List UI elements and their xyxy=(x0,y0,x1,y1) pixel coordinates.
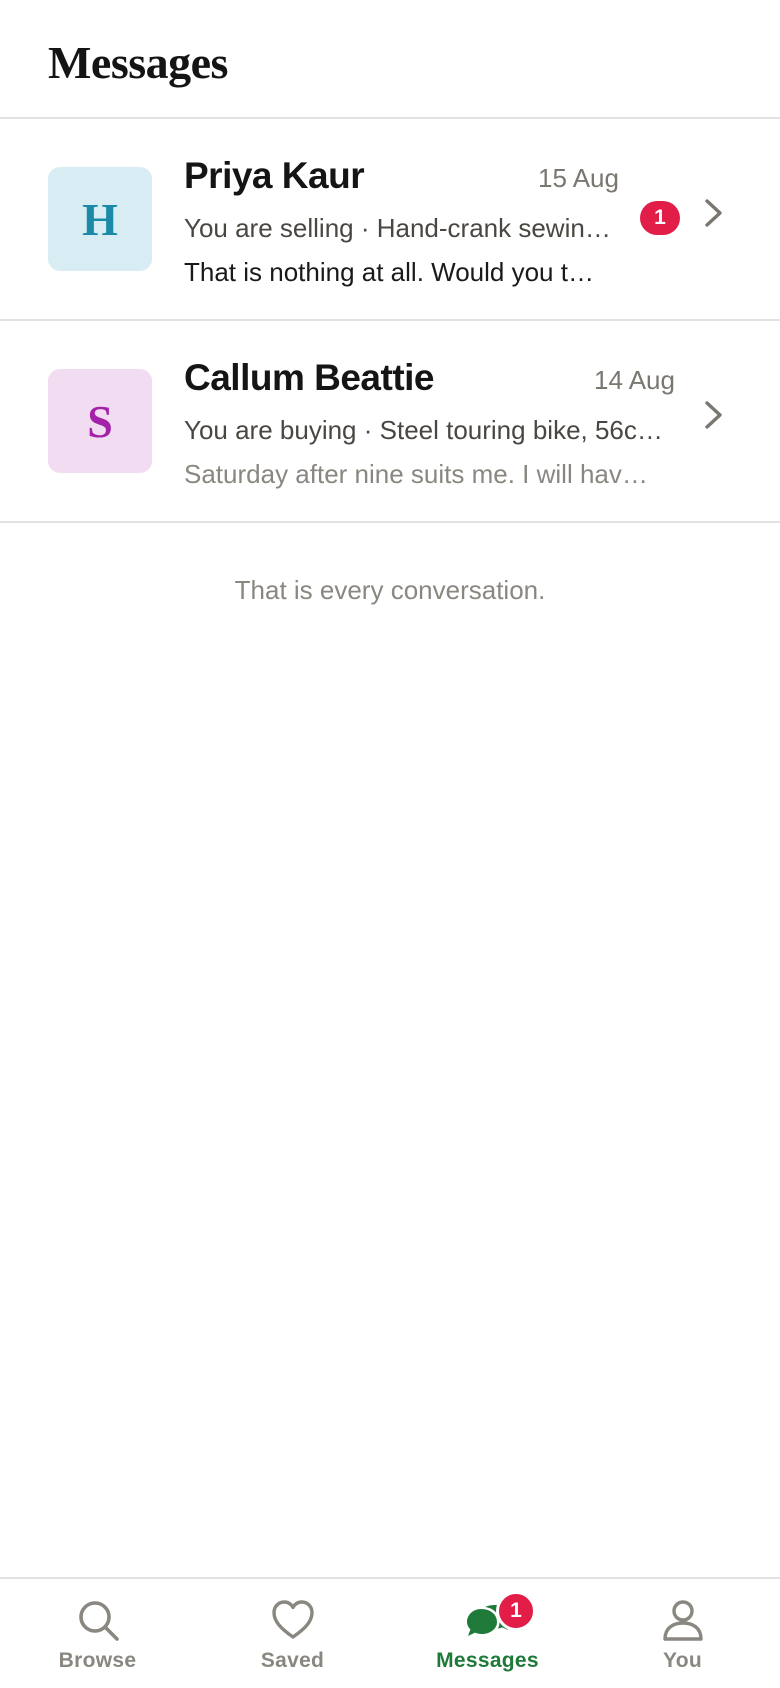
nav-unread-badge: 1 xyxy=(496,1591,536,1631)
person-icon xyxy=(662,1600,703,1641)
conversation-row[interactable]: S Callum Beattie 14 Aug You are buying ·… xyxy=(0,321,780,523)
nav-label: Messages xyxy=(436,1649,539,1672)
listing-summary: You are buying · Steel touring bike, 56c… xyxy=(184,415,680,445)
contact-name: Callum Beattie xyxy=(184,357,435,398)
listing-summary: You are selling · Hand-crank sewing mach… xyxy=(184,213,624,243)
header: Messages xyxy=(0,0,780,119)
contact-name: Priya Kaur xyxy=(184,155,365,196)
bottom-nav: Browse Saved 1 Messages You xyxy=(0,1577,780,1688)
avatar: H xyxy=(48,167,152,271)
nav-tab-you[interactable]: You xyxy=(585,1579,780,1688)
nav-tab-saved[interactable]: Saved xyxy=(195,1579,390,1688)
nav-tab-messages[interactable]: 1 Messages xyxy=(390,1579,585,1688)
conversation-date: 14 Aug xyxy=(594,365,675,395)
avatar-letter: H xyxy=(82,193,118,245)
unread-badge: 1 xyxy=(640,201,680,235)
chevron-right-icon xyxy=(705,199,722,227)
conversation-list: H Priya Kaur 15 Aug You are selling · Ha… xyxy=(0,119,780,523)
chevron-right-icon xyxy=(705,401,722,429)
nav-label: Browse xyxy=(58,1649,137,1672)
nav-label: Saved xyxy=(260,1649,325,1672)
messages-screen: Messages H Priya Kaur 15 Aug You are sel… xyxy=(0,0,780,1688)
conversation-date: 15 Aug xyxy=(538,163,619,193)
nav-label: You xyxy=(662,1649,702,1672)
avatar: S xyxy=(48,369,152,473)
message-preview: That is nothing at all. Would you take l… xyxy=(184,257,600,287)
message-preview: Saturday after nine suits me. I will hav… xyxy=(184,459,650,489)
page-title: Messages xyxy=(48,37,228,88)
conversation-row[interactable]: H Priya Kaur 15 Aug You are selling · Ha… xyxy=(0,119,780,321)
avatar-letter: S xyxy=(87,395,113,447)
nav-tab-browse[interactable]: Browse xyxy=(0,1579,195,1688)
end-of-list-note: That is every conversation. xyxy=(234,575,546,605)
search-icon xyxy=(78,1601,119,1641)
heart-icon xyxy=(271,1600,314,1639)
